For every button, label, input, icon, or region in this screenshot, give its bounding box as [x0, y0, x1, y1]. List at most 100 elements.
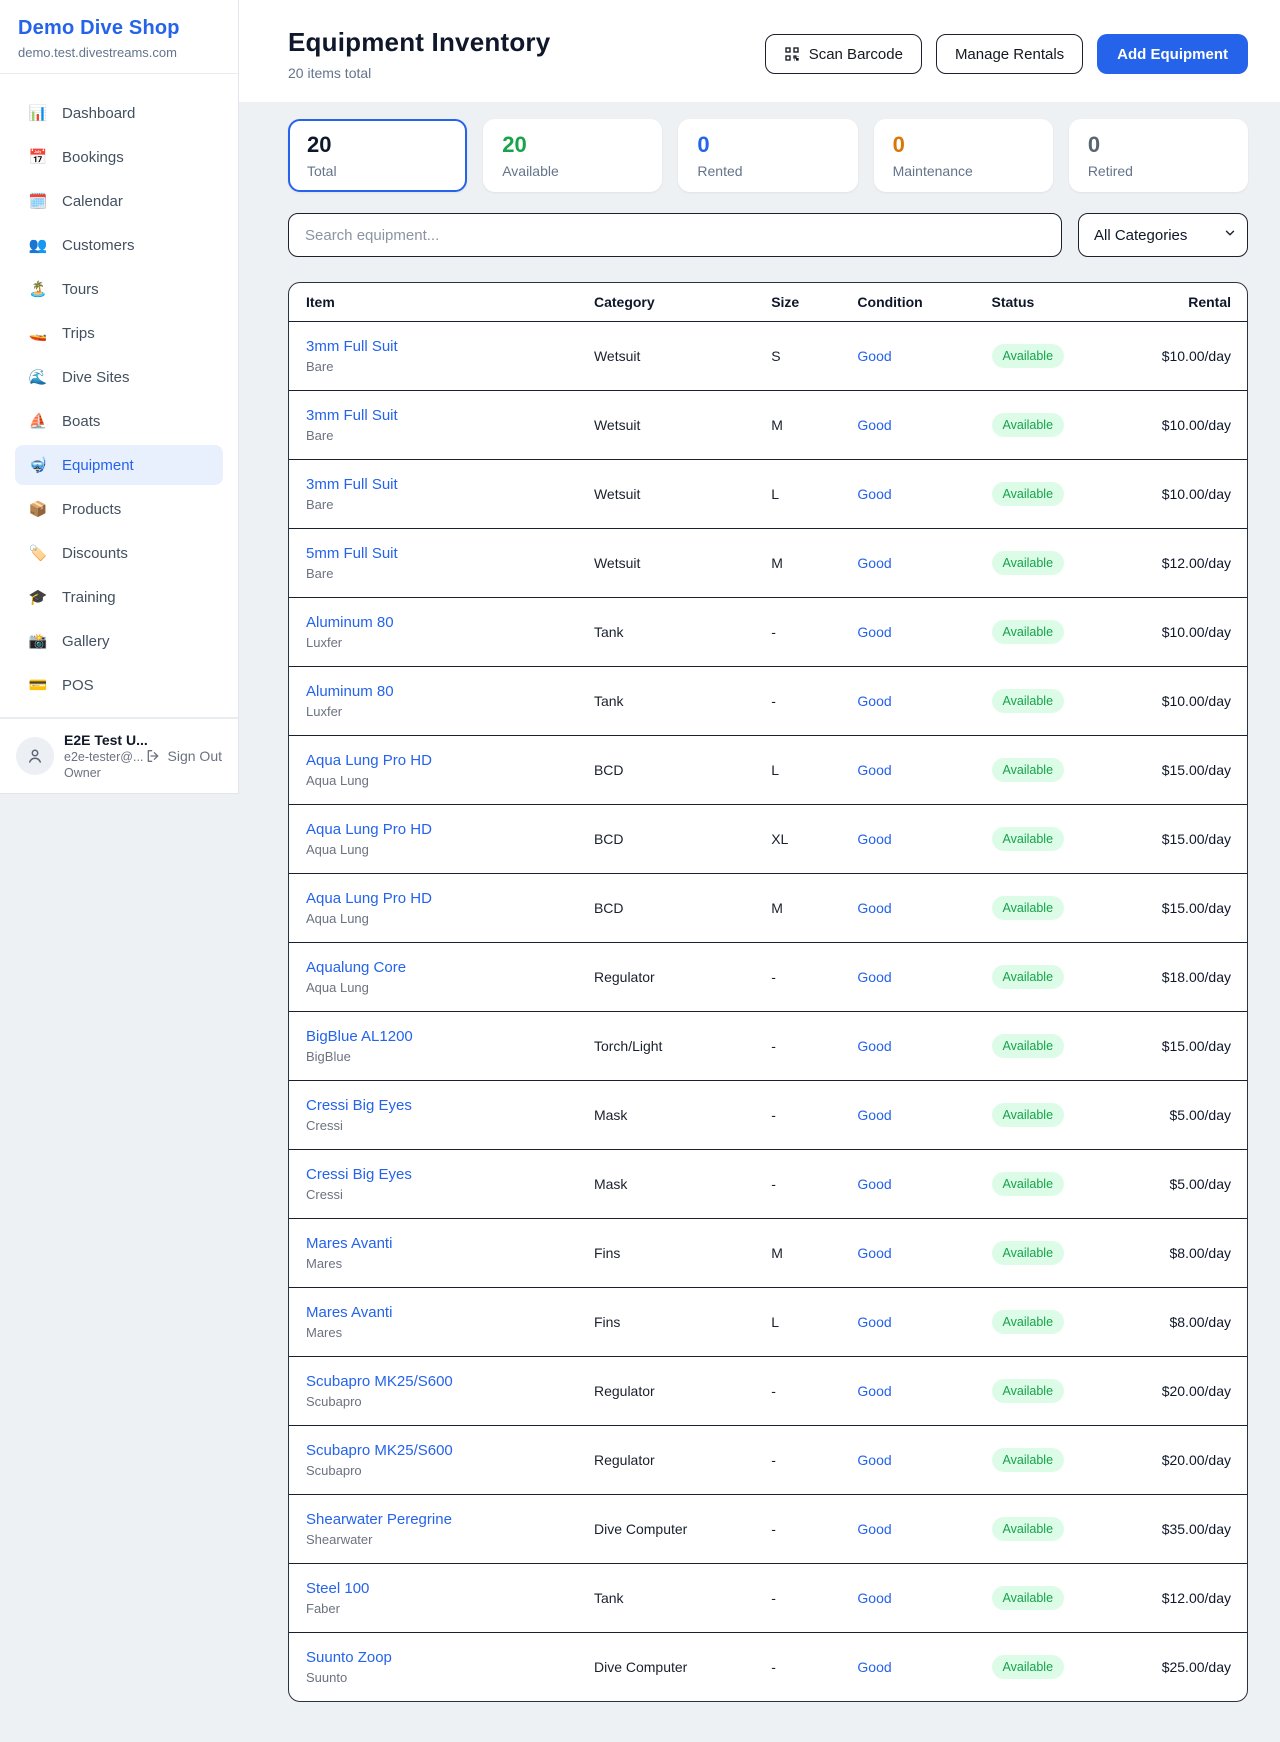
item-size: - [763, 1356, 849, 1425]
item-name-link[interactable]: Cressi Big Eyes [306, 1166, 578, 1183]
item-name-link[interactable]: Scubapro MK25/S600 [306, 1442, 578, 1459]
sidebar-item-label: Dashboard [62, 105, 135, 122]
sidebar-item-bookings[interactable]: 📅Bookings [15, 137, 223, 177]
item-condition-link[interactable]: Good [857, 693, 891, 709]
sidebar-item-discounts[interactable]: 🏷️Discounts [15, 533, 223, 573]
table-row: Mares AvantiMaresFinsLGoodAvailable$8.00… [289, 1287, 1247, 1356]
table-row: 3mm Full SuitBareWetsuitSGoodAvailable$1… [289, 321, 1247, 390]
item-condition-link[interactable]: Good [857, 417, 891, 433]
item-category: Wetsuit [586, 528, 763, 597]
item-category: Wetsuit [586, 390, 763, 459]
item-name-link[interactable]: Aqua Lung Pro HD [306, 890, 578, 907]
item-condition-link[interactable]: Good [857, 1245, 891, 1261]
item-name-link[interactable]: Suunto Zoop [306, 1649, 578, 1666]
item-size: - [763, 666, 849, 735]
add-equipment-button[interactable]: Add Equipment [1097, 34, 1248, 74]
item-brand: Aqua Lung [306, 911, 578, 926]
header-actions: Scan Barcode Manage Rentals Add Equipmen… [765, 34, 1248, 74]
sidebar-item-label: Tours [62, 281, 99, 298]
brand-domain: demo.test.divestreams.com [18, 45, 220, 60]
stat-label: Retired [1088, 163, 1229, 179]
table-row: Steel 100FaberTank-GoodAvailable$12.00/d… [289, 1563, 1247, 1632]
stat-label: Maintenance [893, 163, 1034, 179]
sidebar-item-products[interactable]: 📦Products [15, 489, 223, 529]
sidebar-item-training[interactable]: 🎓Training [15, 577, 223, 617]
item-condition-link[interactable]: Good [857, 1659, 891, 1675]
item-name-link[interactable]: Scubapro MK25/S600 [306, 1373, 578, 1390]
sidebar-item-label: Calendar [62, 193, 123, 210]
sidebar-item-dashboard[interactable]: 📊 Dashboard [15, 93, 223, 133]
sidebar-item-equipment[interactable]: 🤿Equipment [15, 445, 223, 485]
item-name-link[interactable]: Aluminum 80 [306, 614, 578, 631]
item-size: L [763, 459, 849, 528]
item-condition-link[interactable]: Good [857, 969, 891, 985]
item-name-link[interactable]: Shearwater Peregrine [306, 1511, 578, 1528]
dashboard-icon: 📊 [28, 104, 48, 122]
category-select[interactable]: All Categories [1078, 213, 1248, 257]
sidebar-item-label: Trips [62, 325, 95, 342]
sidebar-item-trips[interactable]: 🚤Trips [15, 313, 223, 353]
item-brand: Luxfer [306, 635, 578, 650]
stat-card-rented[interactable]: 0Rented [678, 119, 857, 192]
item-condition-link[interactable]: Good [857, 348, 891, 364]
item-name-link[interactable]: Steel 100 [306, 1580, 578, 1597]
item-condition-link[interactable]: Good [857, 900, 891, 916]
sidebar-item-tours[interactable]: 🏝️Tours [15, 269, 223, 309]
item-condition-link[interactable]: Good [857, 1590, 891, 1606]
search-input[interactable] [288, 213, 1062, 257]
item-name-link[interactable]: 3mm Full Suit [306, 476, 578, 493]
item-condition-link[interactable]: Good [857, 1107, 891, 1123]
stat-card-retired[interactable]: 0Retired [1069, 119, 1248, 192]
item-category: Tank [586, 666, 763, 735]
table-row: Aluminum 80LuxferTank-GoodAvailable$10.0… [289, 597, 1247, 666]
item-name-link[interactable]: Mares Avanti [306, 1235, 578, 1252]
item-condition-link[interactable]: Good [857, 1176, 891, 1192]
item-condition-link[interactable]: Good [857, 1038, 891, 1054]
item-name-link[interactable]: Aqua Lung Pro HD [306, 821, 578, 838]
status-badge: Available [992, 1586, 1065, 1610]
column-header-category: Category [586, 283, 763, 321]
item-condition-link[interactable]: Good [857, 624, 891, 640]
sign-out-button[interactable]: Sign Out [145, 748, 222, 764]
item-name-link[interactable]: Mares Avanti [306, 1304, 578, 1321]
item-condition-link[interactable]: Good [857, 1314, 891, 1330]
sidebar-item-boats[interactable]: ⛵Boats [15, 401, 223, 441]
item-brand: Luxfer [306, 704, 578, 719]
item-condition-link[interactable]: Good [857, 1452, 891, 1468]
item-category: Wetsuit [586, 459, 763, 528]
table-row: Aluminum 80LuxferTank-GoodAvailable$10.0… [289, 666, 1247, 735]
sidebar-item-customers[interactable]: 👥Customers [15, 225, 223, 265]
page-header-titles: Equipment Inventory 20 items total [288, 27, 550, 81]
item-rental-rate: $5.00/day [1142, 1080, 1247, 1149]
item-condition-link[interactable]: Good [857, 555, 891, 571]
manage-rentals-button[interactable]: Manage Rentals [936, 34, 1083, 74]
item-condition-link[interactable]: Good [857, 762, 891, 778]
item-size: - [763, 1494, 849, 1563]
sidebar-item-dive-sites[interactable]: 🌊Dive Sites [15, 357, 223, 397]
item-size: L [763, 1287, 849, 1356]
item-name-link[interactable]: BigBlue AL1200 [306, 1028, 578, 1045]
item-condition-link[interactable]: Good [857, 1521, 891, 1537]
sidebar-item-pos[interactable]: 💳POS [15, 665, 223, 705]
item-condition-link[interactable]: Good [857, 486, 891, 502]
item-name-link[interactable]: Aqualung Core [306, 959, 578, 976]
item-rental-rate: $15.00/day [1142, 804, 1247, 873]
stat-card-total[interactable]: 20Total [288, 119, 467, 192]
item-name-link[interactable]: 5mm Full Suit [306, 545, 578, 562]
stat-card-available[interactable]: 20Available [483, 119, 662, 192]
item-name-link[interactable]: Aluminum 80 [306, 683, 578, 700]
scan-barcode-button[interactable]: Scan Barcode [765, 34, 922, 74]
sidebar-item-gallery[interactable]: 📸Gallery [15, 621, 223, 661]
item-condition-link[interactable]: Good [857, 1383, 891, 1399]
item-name-link[interactable]: 3mm Full Suit [306, 407, 578, 424]
category-select-wrap: All Categories [1078, 213, 1248, 257]
sidebar-item-calendar[interactable]: 🗓️Calendar [15, 181, 223, 221]
training-icon: 🎓 [28, 588, 48, 606]
item-name-link[interactable]: Aqua Lung Pro HD [306, 752, 578, 769]
item-condition-link[interactable]: Good [857, 831, 891, 847]
item-name-link[interactable]: Cressi Big Eyes [306, 1097, 578, 1114]
stat-card-maintenance[interactable]: 0Maintenance [874, 119, 1053, 192]
item-name-link[interactable]: 3mm Full Suit [306, 338, 578, 355]
item-brand: Mares [306, 1325, 578, 1340]
user-info: E2E Test U... e2e-tester@... Owner [64, 732, 135, 780]
